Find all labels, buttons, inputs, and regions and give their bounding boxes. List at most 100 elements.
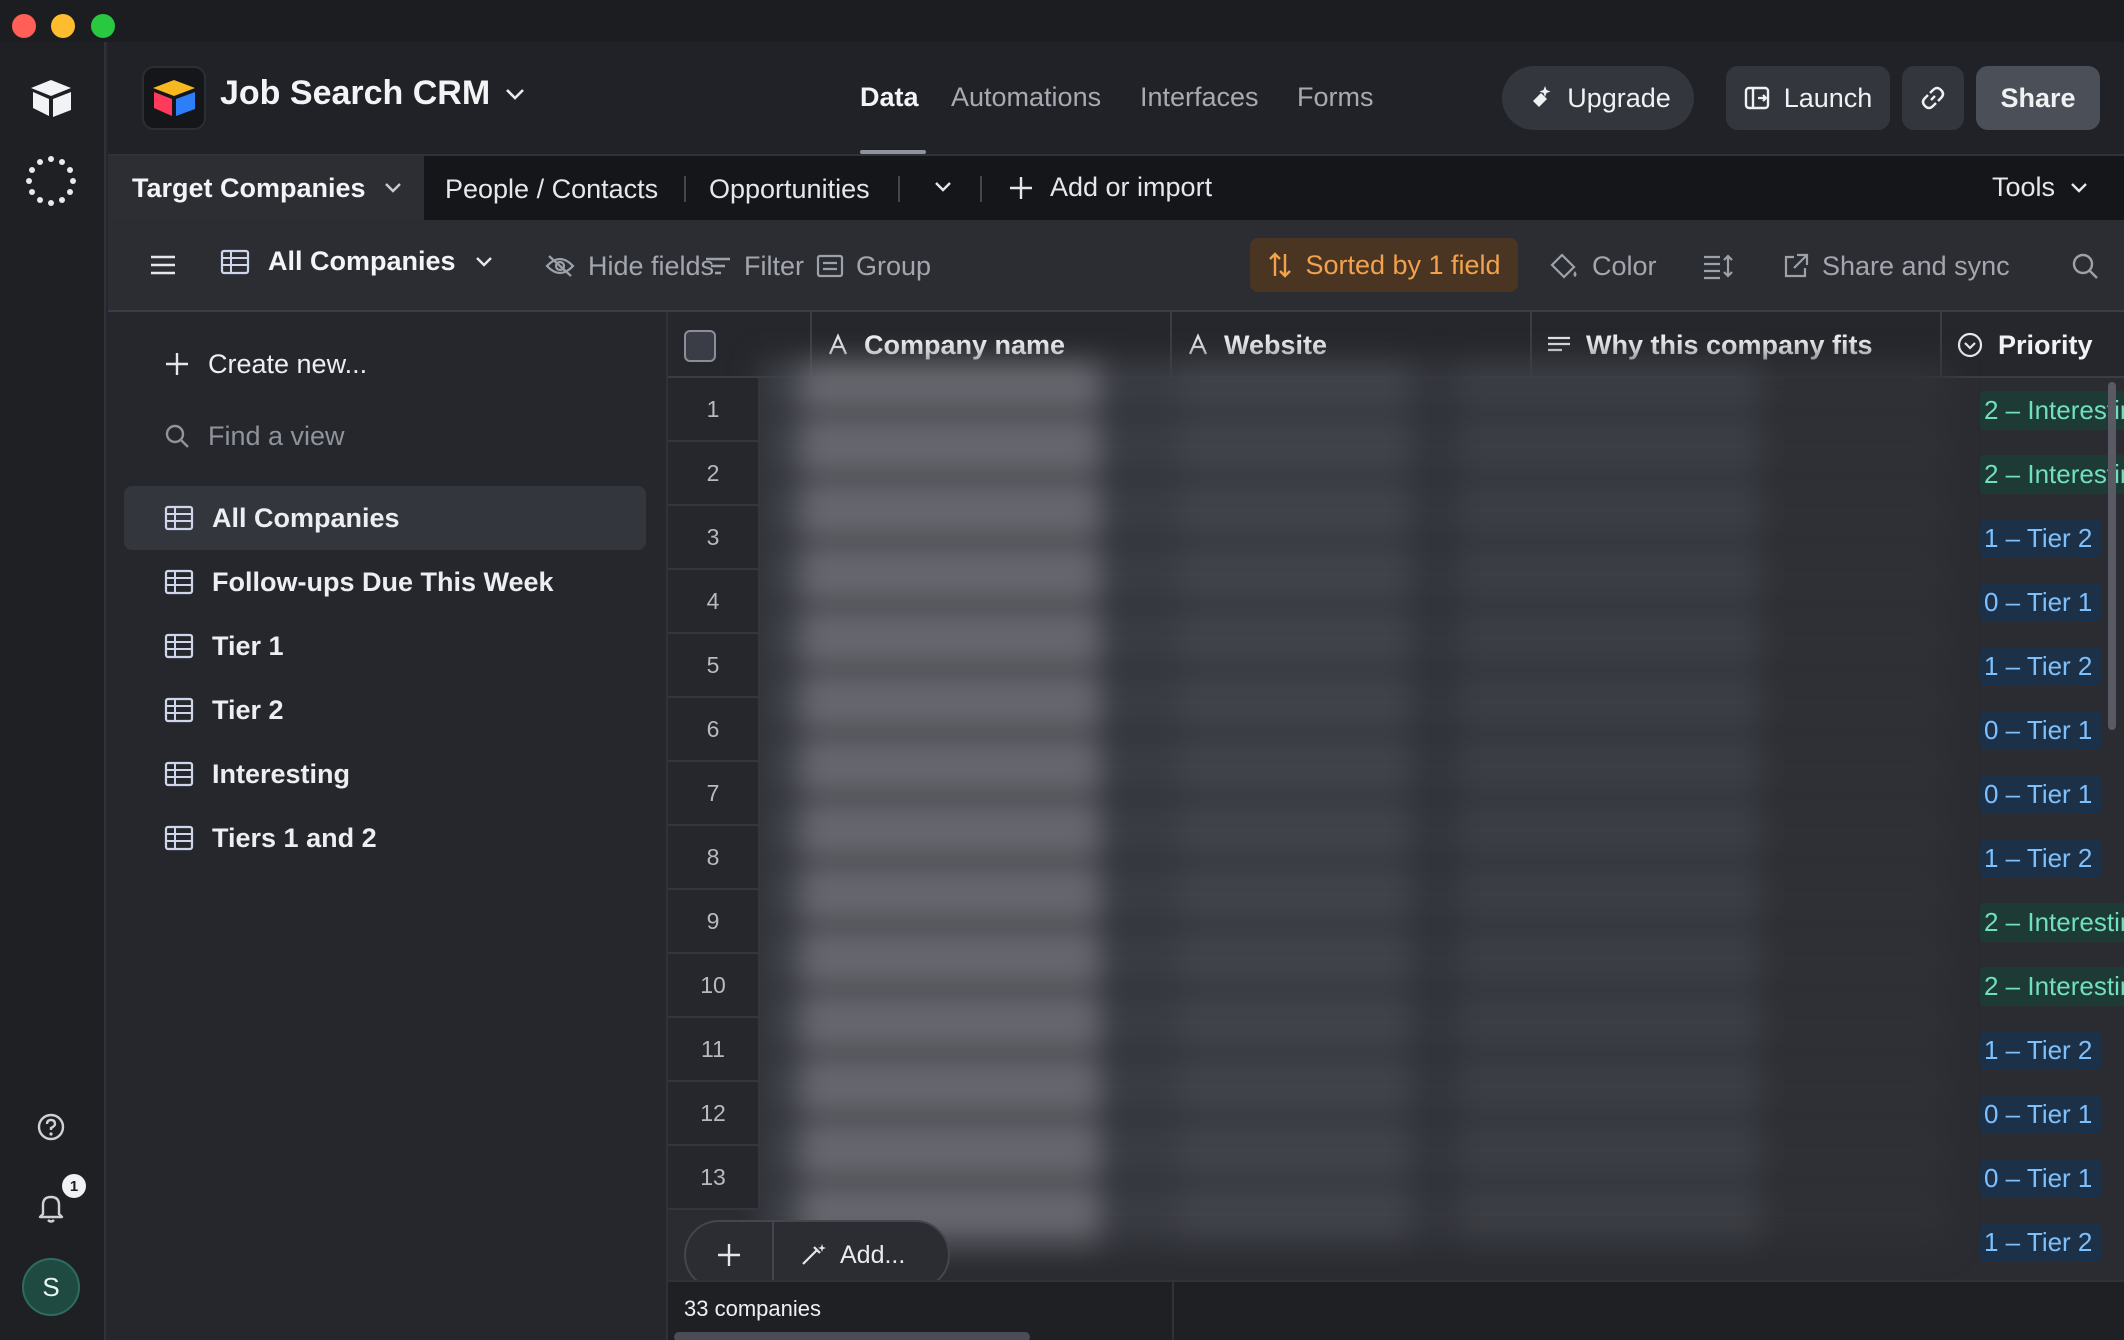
add-with-ai-button[interactable]: Add... (774, 1241, 905, 1270)
priority-cell[interactable]: 0 – Tier 1 (1978, 1082, 2124, 1146)
find-view-search[interactable]: Find a view (124, 404, 646, 468)
row-number[interactable]: 13 (668, 1146, 760, 1210)
plus-icon (166, 353, 188, 375)
priority-cell[interactable]: 1 – Tier 2 (1978, 506, 2124, 570)
nav-tab-forms[interactable]: Forms (1297, 82, 1374, 113)
menu-icon[interactable] (148, 250, 178, 280)
create-new-label: Create new... (208, 348, 368, 379)
close-window-button[interactable] (12, 14, 36, 38)
view-toolbar: All Companies Hide fields Filter Group S… (108, 220, 2124, 312)
color-button[interactable]: Color (1548, 246, 1657, 286)
minimize-window-button[interactable] (51, 14, 75, 38)
grid-view-icon (164, 569, 194, 595)
help-icon[interactable] (36, 1112, 66, 1142)
hide-fields-button[interactable]: Hide fields (544, 246, 714, 286)
priority-cell[interactable]: 1 – Tier 2 (1978, 1210, 2124, 1274)
tab-target-companies-label: Target Companies (132, 172, 366, 203)
sidebar-view-tiers-1-and-2[interactable]: Tiers 1 and 2 (124, 806, 646, 870)
hide-fields-icon (545, 255, 575, 277)
select-all-checkbox[interactable] (684, 330, 716, 362)
priority-cell[interactable]: 0 – Tier 1 (1978, 1146, 2124, 1210)
row-number[interactable]: 3 (668, 506, 760, 570)
row-number[interactable]: 11 (668, 1018, 760, 1082)
row-number[interactable]: 1 (668, 378, 760, 442)
priority-cell[interactable]: 2 – Interesting (1978, 954, 2124, 1018)
row-number[interactable]: 6 (668, 698, 760, 762)
priority-pill: 1 – Tier 2 (1980, 1030, 2103, 1070)
add-record-button[interactable] (686, 1222, 774, 1288)
maximize-window-button[interactable] (91, 14, 115, 38)
nav-tab-data[interactable]: Data (860, 82, 919, 113)
airtable-logo-icon[interactable] (27, 76, 75, 120)
table-tabs-bar: Target Companies People / Contacts Oppor… (108, 156, 2124, 220)
link-icon (1921, 86, 1945, 110)
priority-pill: 2 – Interesting (1980, 390, 2124, 430)
row-number[interactable]: 8 (668, 826, 760, 890)
vertical-scrollbar[interactable] (2108, 382, 2116, 730)
row-number[interactable]: 12 (668, 1082, 760, 1146)
row-number[interactable]: 5 (668, 634, 760, 698)
priority-pill: 1 – Tier 2 (1980, 518, 2103, 558)
priority-cell[interactable]: 0 – Tier 1 (1978, 698, 2124, 762)
sidebar-view-all-companies[interactable]: All Companies (124, 486, 646, 550)
priority-pill: 1 – Tier 2 (1980, 646, 2103, 686)
priority-cell[interactable]: 0 – Tier 1 (1978, 762, 2124, 826)
column-label: Company name (864, 329, 1066, 360)
avatar[interactable]: S (22, 1258, 80, 1316)
add-label: Add... (840, 1240, 906, 1269)
priority-cell[interactable]: 2 – Interesting (1978, 378, 2124, 442)
sidebar-view-tier-1[interactable]: Tier 1 (124, 614, 646, 678)
search-icon (165, 424, 189, 448)
create-new-view-button[interactable]: Create new... (124, 332, 646, 396)
omni-icon[interactable] (24, 154, 78, 208)
window-titlebar (0, 0, 2124, 42)
priority-cell[interactable]: 1 – Tier 2 (1978, 634, 2124, 698)
row-number[interactable]: 4 (668, 570, 760, 634)
copy-link-button[interactable] (1902, 66, 1964, 130)
nav-tab-automations[interactable]: Automations (951, 82, 1101, 113)
upgrade-button[interactable]: Upgrade (1502, 66, 1694, 130)
row-height-button[interactable] (1702, 246, 1734, 286)
priority-pill: 2 – Interesting (1980, 966, 2124, 1006)
share-button[interactable]: Share (1976, 66, 2100, 130)
sidebar-view-interesting[interactable]: Interesting (124, 742, 646, 806)
launch-button[interactable]: Launch (1726, 66, 1890, 130)
row-number[interactable]: 7 (668, 762, 760, 826)
sort-label: Sorted by 1 field (1305, 249, 1501, 280)
row-number[interactable]: 2 (668, 442, 760, 506)
chevron-down-icon (384, 183, 401, 193)
row-number[interactable]: 10 (668, 954, 760, 1018)
sidebar-view-follow-ups[interactable]: Follow-ups Due This Week (124, 550, 646, 614)
sidebar-view-tier-2[interactable]: Tier 2 (124, 678, 646, 742)
sort-button[interactable]: Sorted by 1 field (1250, 238, 1518, 292)
horizontal-scrollbar[interactable] (674, 1332, 1030, 1340)
tab-opportunities[interactable]: Opportunities (709, 174, 870, 205)
column-header-priority[interactable]: Priority (1942, 312, 2124, 378)
tab-target-companies[interactable]: Target Companies (108, 156, 424, 220)
priority-pill: 2 – Interesting (1980, 454, 2124, 494)
more-tables-chevron[interactable] (928, 172, 958, 202)
sidebar-view-label: Interesting (212, 758, 351, 789)
priority-cell[interactable]: 2 – Interesting (1978, 442, 2124, 506)
search-button[interactable] (2070, 246, 2100, 286)
nav-tab-interfaces[interactable]: Interfaces (1140, 82, 1259, 113)
priority-cell[interactable]: 0 – Tier 1 (1978, 570, 2124, 634)
priority-cell[interactable]: 1 – Tier 2 (1978, 1018, 2124, 1082)
priority-cell[interactable]: 1 – Tier 2 (1978, 826, 2124, 890)
base-icon[interactable] (142, 66, 206, 130)
priority-cell[interactable]: 2 – Interesting (1978, 890, 2124, 954)
bell-icon[interactable] (34, 1190, 68, 1224)
magic-add-icon (802, 1244, 826, 1265)
tab-people-contacts[interactable]: People / Contacts (445, 174, 658, 205)
group-label: Group (856, 250, 932, 281)
add-or-import-label: Add or import (1050, 172, 1213, 202)
share-and-sync-button[interactable]: Share and sync (1782, 246, 2010, 286)
view-switcher[interactable]: All Companies (220, 246, 494, 277)
sidebar-view-label: Tier 2 (212, 694, 284, 725)
filter-button[interactable]: Filter (704, 246, 804, 286)
tools-menu[interactable]: Tools (1992, 172, 2089, 203)
add-or-import-button[interactable]: Add or import (1008, 172, 1212, 203)
base-name-dropdown[interactable]: Job Search CRM (220, 74, 526, 113)
row-number[interactable]: 9 (668, 890, 760, 954)
group-button[interactable]: Group (816, 246, 931, 286)
